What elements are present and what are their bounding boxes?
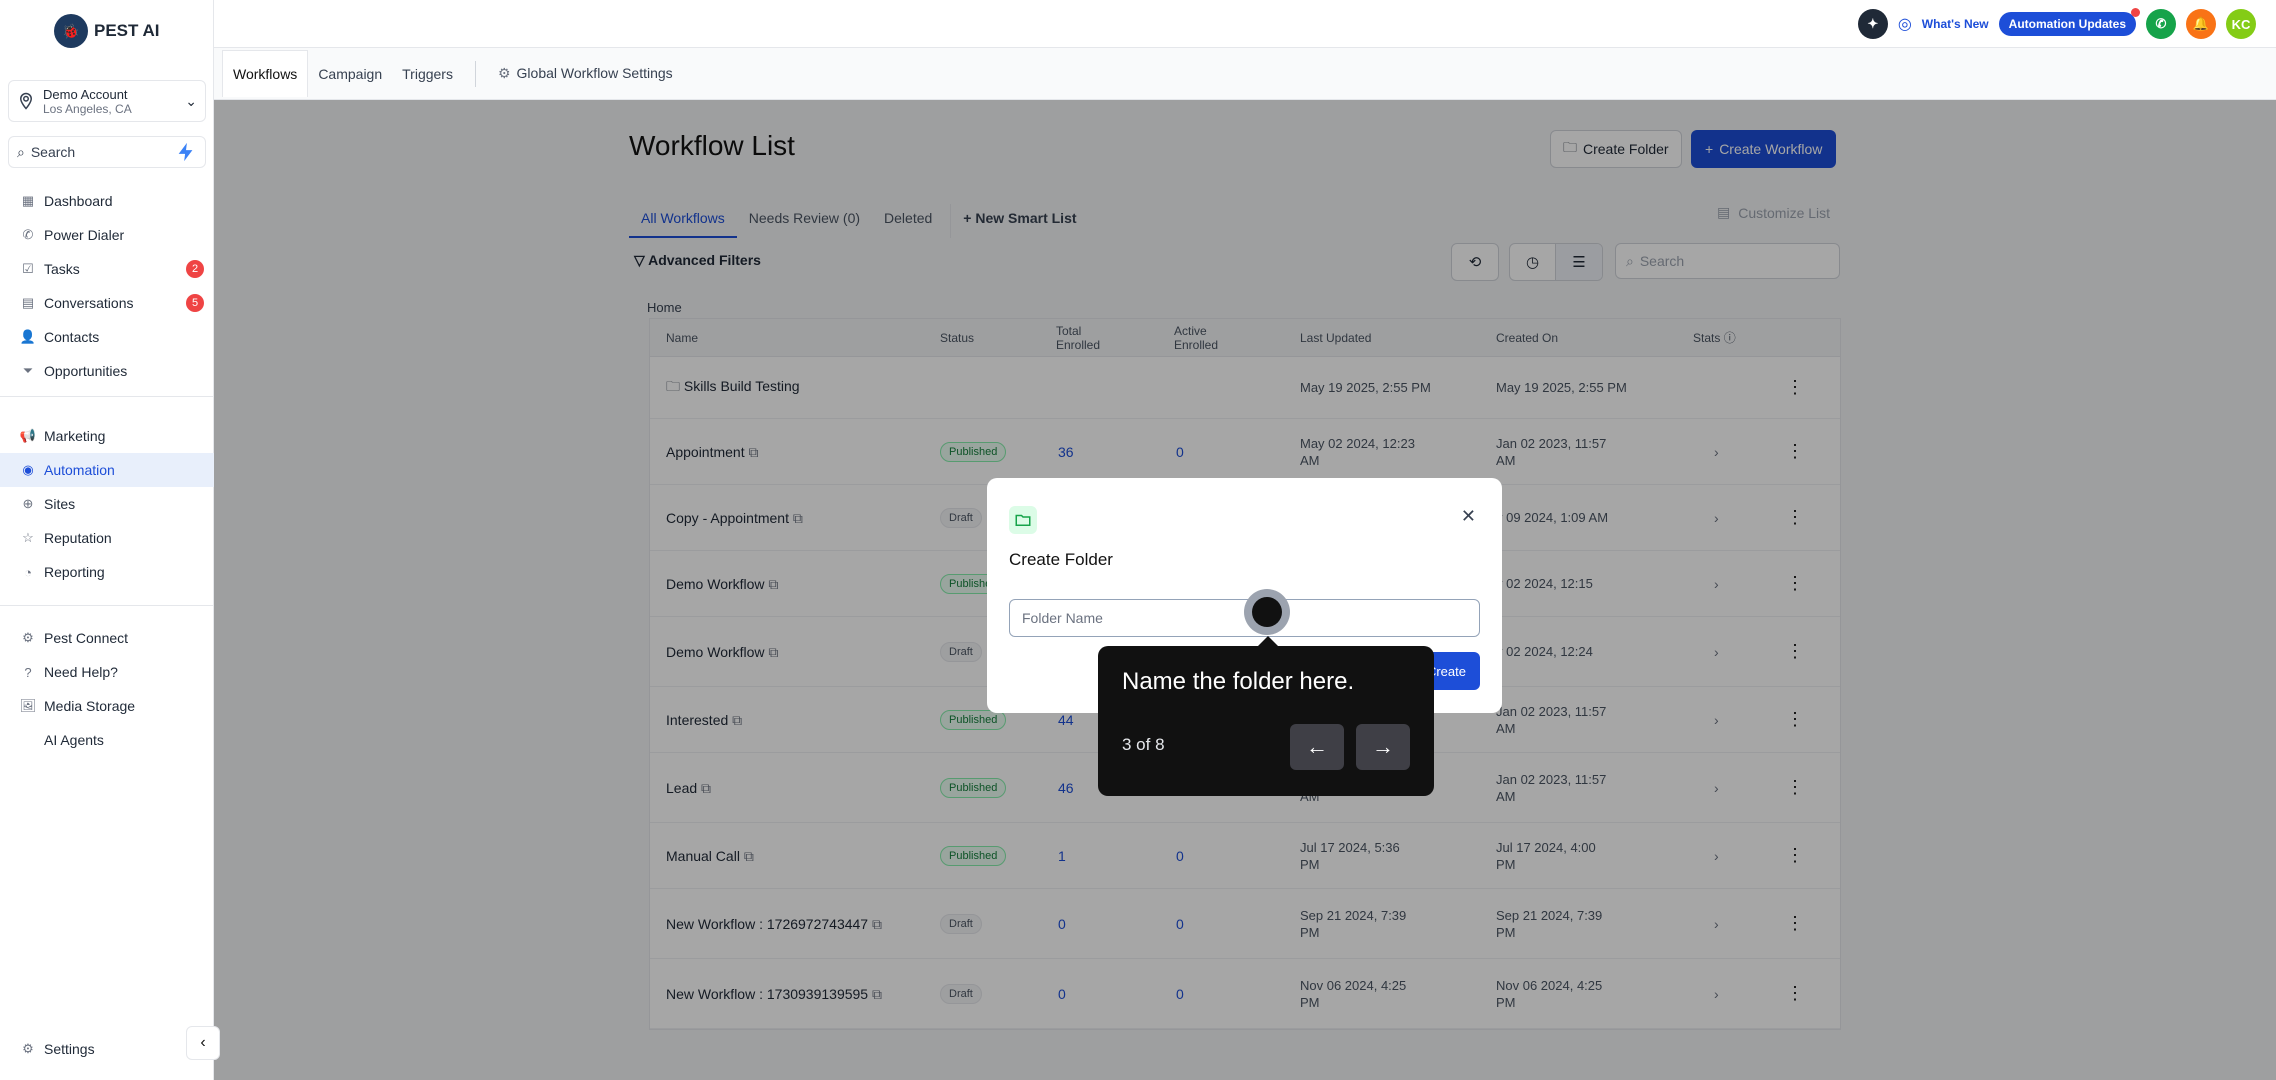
close-icon[interactable]: ✕ — [1461, 506, 1476, 527]
image-icon: 🖼 — [19, 698, 37, 713]
location-pin-icon — [19, 92, 33, 110]
chevron-left-icon: ‹ — [200, 1034, 206, 1051]
bell-icon[interactable]: 🔔 — [2186, 9, 2216, 39]
tour-text: Name the folder here. — [1122, 668, 1355, 695]
sidebar-item-sites[interactable]: ⊕ Sites — [0, 487, 214, 521]
tasks-badge: 2 — [186, 260, 204, 278]
gear-icon: ⚙ — [22, 1041, 34, 1056]
whats-new-link[interactable]: What's New — [1922, 17, 1989, 31]
phone-icon: ✆ — [22, 227, 34, 242]
sidebar-item-marketing[interactable]: 📢 Marketing — [0, 419, 214, 453]
help-icon: ? — [24, 664, 32, 680]
sidebar-item-reputation[interactable]: ☆ Reputation — [0, 521, 214, 555]
tour-step-counter: 3 of 8 — [1122, 735, 1165, 754]
chat-icon: ▤ — [21, 295, 35, 310]
account-name: Demo Account — [43, 86, 128, 102]
avatar[interactable]: KC — [2226, 9, 2256, 39]
sidebar-item-ai-agents[interactable]: AI Agents — [0, 723, 214, 757]
tour-spotlight-dot — [1252, 597, 1282, 627]
tab-triggers[interactable]: Triggers — [392, 51, 463, 97]
arrow-left-icon[interactable]: ← — [1290, 724, 1344, 770]
sidebar-item-power-dialer[interactable]: ✆ Power Dialer — [0, 218, 214, 252]
chart-icon: ◔ — [24, 564, 32, 580]
gear-icon: ⚙ — [497, 65, 511, 81]
person-icon: 👤 — [19, 329, 37, 344]
sidebar-divider — [0, 605, 214, 606]
sub-nav: Workflows Campaign Triggers ⚙ Global Work… — [214, 48, 2276, 100]
conversations-badge: 5 — [186, 294, 204, 312]
sidebar-search-label: Search — [30, 144, 76, 160]
tab-workflows[interactable]: Workflows — [222, 50, 309, 97]
sidebar-item-contacts[interactable]: 👤 Contacts — [0, 320, 214, 354]
chevron-down-icon: ⌄ — [185, 92, 197, 109]
collapse-sidebar-button[interactable]: ‹ — [186, 1026, 220, 1060]
lightning-icon[interactable] — [175, 141, 197, 163]
automation-icon: ◉ — [22, 462, 34, 477]
sidebar-item-settings[interactable]: ⚙ Settings — [0, 1032, 214, 1066]
tab-global-workflow-settings[interactable]: ⚙ Global Workflow Settings — [488, 50, 683, 97]
magic-icon[interactable]: ✦ — [1857, 9, 1888, 39]
sidebar-item-opportunities[interactable]: ⏷ Opportunities — [0, 354, 214, 388]
notification-dot — [2131, 8, 2140, 17]
nav-group-tools: 📢 Marketing ◉ Automation ⊕ Sites ☆ Reputatio… — [0, 419, 214, 589]
automation-updates-button[interactable]: Automation Updates — [1998, 8, 2140, 36]
sidebar-divider — [0, 396, 214, 397]
connect-icon: ⚙ — [22, 630, 34, 645]
phone-icon[interactable]: ✆ — [2146, 9, 2176, 39]
nav-group-settings: ⚙ Settings — [0, 1032, 214, 1066]
tour-tooltip: Name the folder here. 3 of 8 ← → — [1098, 636, 1434, 796]
sidebar-item-media-storage[interactable]: 🖼 Media Storage — [0, 689, 214, 723]
sidebar-item-automation[interactable]: ◉ Automation — [0, 453, 214, 487]
dashboard-icon: ▦ — [21, 193, 35, 208]
sites-icon: ⊕ — [22, 496, 34, 511]
megaphone-icon: 📢 — [19, 428, 37, 443]
tab-campaign[interactable]: Campaign — [308, 51, 392, 97]
whats-new-icon: ◎ — [1897, 16, 1912, 33]
sidebar-item-pest-connect[interactable]: ⚙ Pest Connect — [0, 621, 214, 655]
modal-title: Create Folder — [1009, 550, 1113, 569]
pest-logo-icon: 🐞 — [54, 14, 88, 48]
sidebar-search[interactable]: ⌕ Search — [8, 136, 206, 168]
check-icon: ☑ — [22, 261, 34, 276]
subnav-separator — [474, 60, 476, 87]
sidebar-item-need-help[interactable]: ? Need Help? — [0, 655, 214, 689]
folder-icon — [1009, 506, 1037, 534]
sidebar: 🐞 PEST AI Demo Account Los Angeles, CA ⌄… — [0, 0, 214, 1080]
account-switcher[interactable]: Demo Account Los Angeles, CA ⌄ — [8, 80, 206, 122]
funnel-icon: ⏷ — [22, 363, 34, 378]
star-icon: ☆ — [22, 530, 34, 545]
sidebar-item-dashboard[interactable]: ▦ Dashboard — [0, 184, 214, 218]
brand-logo[interactable]: 🐞 PEST AI — [54, 14, 160, 48]
sidebar-item-tasks[interactable]: ☑ Tasks 2 — [0, 252, 214, 286]
account-location: Los Angeles, CA — [43, 101, 132, 116]
arrow-right-icon[interactable]: → — [1356, 724, 1410, 770]
nav-group-main: ▦ Dashboard ✆ Power Dialer ☑ Tasks 2 ▤ Conver… — [0, 184, 214, 388]
sidebar-item-reporting[interactable]: ◔ Reporting — [0, 555, 214, 589]
brand-name: PEST AI — [94, 21, 160, 40]
sidebar-item-conversations[interactable]: ▤ Conversations 5 — [0, 286, 214, 320]
tour-spotlight — [1244, 589, 1290, 635]
nav-group-help: ⚙ Pest Connect ? Need Help? 🖼 Media Storage… — [0, 621, 214, 757]
search-icon: ⌕ — [17, 143, 25, 160]
top-bar: ✦ ◎ What's New Automation Updates ✆ 🔔 KC — [214, 0, 2276, 48]
